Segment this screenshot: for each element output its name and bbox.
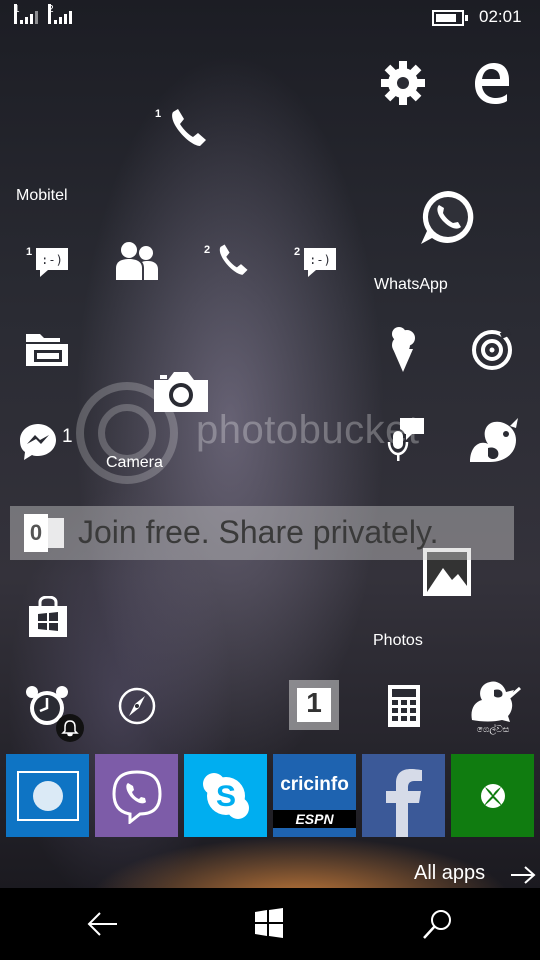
start-screen: 1 2 02:01 1 Mobitel WhatsApp 1:-) 2 2:… xyxy=(0,0,540,888)
back-arrow-icon xyxy=(87,912,117,936)
sim1-label: 1 xyxy=(14,4,20,24)
calculator-icon xyxy=(388,685,420,727)
message-smiley-icon: :-) xyxy=(36,248,68,277)
battery-icon xyxy=(432,10,468,26)
svg-text::-): :-) xyxy=(41,253,63,267)
sim2-label: 2 xyxy=(48,4,54,24)
people-icon xyxy=(116,242,158,280)
start-button[interactable] xyxy=(254,908,284,938)
xbox-tile[interactable] xyxy=(451,754,534,837)
svg-text:S: S xyxy=(215,780,235,813)
skype-tile[interactable]: S xyxy=(184,754,267,837)
edge-browser-icon xyxy=(475,63,509,104)
gear-icon xyxy=(381,61,425,105)
signal-sim1-icon: 1 xyxy=(14,4,42,24)
ice-cream-tile[interactable] xyxy=(389,325,417,373)
arrow-right-icon xyxy=(511,866,536,884)
signal-sim2-icon: 2 xyxy=(48,4,76,24)
phone2-badge: 2 xyxy=(204,244,211,256)
facebook-tile[interactable] xyxy=(362,754,445,837)
navigation-bar xyxy=(0,888,540,960)
search-icon xyxy=(423,910,451,939)
alarms-tile[interactable] xyxy=(24,684,86,744)
msg2-badge: 2 xyxy=(294,246,301,258)
whatsapp-tile[interactable] xyxy=(418,188,478,248)
groove-music-tile[interactable] xyxy=(470,328,514,372)
lion-emblem-icon xyxy=(471,681,521,722)
photobucket-brand: photobucket xyxy=(196,408,420,452)
phone-icon xyxy=(219,244,248,275)
file-explorer-tile[interactable] xyxy=(24,332,70,368)
uc-browser-squirrel-icon xyxy=(470,418,518,462)
cricinfo-tile[interactable]: cricinfo ESPN xyxy=(273,754,356,837)
messaging-sim1-tile[interactable]: 1 :-) xyxy=(26,244,72,280)
windows-logo-icon xyxy=(255,908,283,938)
uc-browser-tile[interactable] xyxy=(466,416,522,466)
phone-sim2-tile[interactable]: 2 xyxy=(204,242,252,280)
outlook-icon: 0 xyxy=(24,512,64,554)
msg1-badge: 1 xyxy=(26,246,33,258)
all-apps-link[interactable]: All apps xyxy=(414,862,538,888)
ice-cream-icon xyxy=(392,327,415,372)
compass-icon xyxy=(118,687,156,725)
messenger-icon xyxy=(20,424,56,460)
edge-tile[interactable] xyxy=(472,62,512,104)
calculator-tile[interactable] xyxy=(388,685,420,727)
messenger-count: 1 xyxy=(62,426,73,447)
search-button[interactable] xyxy=(422,908,454,940)
store-bag-icon xyxy=(29,596,67,637)
photobucket-logo xyxy=(76,382,178,484)
mobitel-label: Mobitel xyxy=(16,187,68,204)
photos-label: Photos xyxy=(373,632,423,649)
phone1-badge: 1 xyxy=(155,108,162,120)
phone-sim1-tile[interactable]: 1 xyxy=(155,104,211,150)
lion-app-label: ගෙල්වස xyxy=(476,724,510,734)
back-button[interactable] xyxy=(86,910,118,938)
notification-bell-icon xyxy=(56,714,84,742)
messenger-tile[interactable]: 1 xyxy=(18,422,78,462)
folder-icon xyxy=(26,334,68,366)
dictionary-icon xyxy=(16,770,79,821)
skype-icon: S xyxy=(202,772,249,819)
photobucket-tagline: Join free. Share privately. xyxy=(78,514,439,550)
viber-icon xyxy=(111,769,162,824)
groove-music-icon xyxy=(472,329,512,370)
maps-tile[interactable] xyxy=(117,686,157,726)
message-smiley-icon: :-) xyxy=(304,248,336,277)
all-apps-label: All apps xyxy=(414,862,486,884)
calendar-tile[interactable]: 1 xyxy=(289,680,339,730)
settings-tile[interactable] xyxy=(380,60,426,106)
clock: 02:01 xyxy=(479,7,522,26)
whatsapp-icon xyxy=(421,191,474,244)
calendar-day: 1 xyxy=(306,687,322,718)
cricinfo-label: cricinfo xyxy=(280,773,349,795)
english-sinhala-tile[interactable] xyxy=(6,754,89,837)
people-tile[interactable] xyxy=(115,240,159,282)
whatsapp-label: WhatsApp xyxy=(374,276,448,293)
sri-lanka-app-tile[interactable]: ගෙල්වස xyxy=(464,674,522,736)
phone-icon xyxy=(172,109,206,146)
svg-text::-): :-) xyxy=(309,253,331,267)
facebook-icon xyxy=(385,769,422,837)
store-tile[interactable] xyxy=(28,596,68,638)
photobucket-banner: 0 Join free. Share privately. xyxy=(10,506,514,560)
espn-label: ESPN xyxy=(273,809,356,828)
xbox-icon xyxy=(480,783,505,808)
viber-tile[interactable] xyxy=(95,754,178,837)
messaging-sim2-tile[interactable]: 2 :-) xyxy=(294,244,340,280)
